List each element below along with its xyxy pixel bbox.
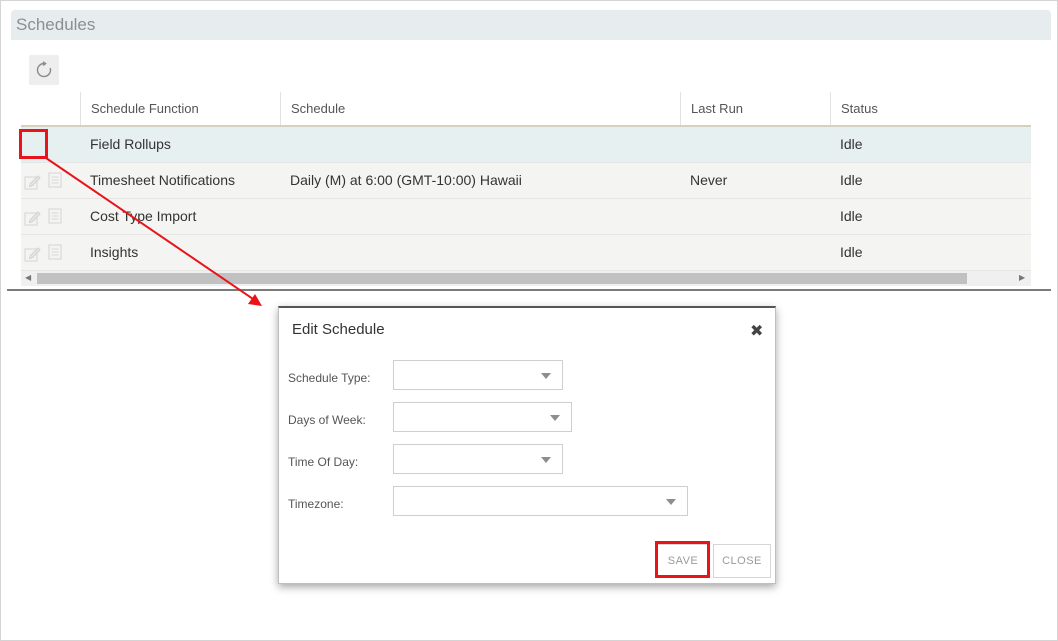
chevron-down-icon [666, 499, 676, 505]
annotation-save-highlight-box [655, 541, 710, 578]
dialog-title: Edit Schedule [292, 321, 385, 338]
chevron-down-icon [541, 373, 551, 379]
days-of-week-label: Days of Week: [288, 413, 366, 427]
close-icon[interactable]: ✖ [750, 321, 763, 341]
timezone-select[interactable] [393, 486, 688, 516]
chevron-down-icon [550, 415, 560, 421]
chevron-down-icon [541, 457, 551, 463]
schedule-type-label: Schedule Type: [288, 371, 371, 385]
time-of-day-label: Time Of Day: [288, 455, 359, 469]
time-of-day-select[interactable] [393, 444, 563, 474]
schedule-type-select[interactable] [393, 360, 563, 390]
days-of-week-select[interactable] [393, 402, 572, 432]
timezone-label: Timezone: [288, 497, 344, 511]
close-button[interactable]: CLOSE [713, 544, 771, 578]
